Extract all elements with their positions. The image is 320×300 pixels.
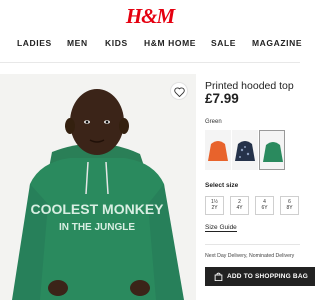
size-unit: 6Y: [261, 204, 268, 211]
size-option[interactable]: 6 8Y: [280, 196, 299, 215]
header-divider: [0, 62, 300, 63]
add-to-bag-button[interactable]: ADD TO SHOPPING BAG: [205, 267, 315, 286]
add-to-bag-label: ADD TO SHOPPING BAG: [227, 273, 308, 280]
size-guide-link[interactable]: Size Guide: [205, 224, 237, 232]
wishlist-button[interactable]: [170, 82, 188, 100]
swatch-orange[interactable]: [205, 130, 231, 170]
size-label: Select size: [205, 182, 239, 189]
size-unit: 4Y: [236, 204, 243, 211]
product-image[interactable]: COOLEST MONKEY IN THE JUNGLE: [0, 74, 196, 300]
product-price: £7.99: [205, 91, 239, 106]
hoodie-print-line2: IN THE JUNGLE: [59, 222, 135, 233]
size-option[interactable]: 4 6Y: [255, 196, 274, 215]
swatch-green[interactable]: [259, 130, 285, 170]
nav-hm-home[interactable]: H&M HOME: [144, 38, 196, 48]
color-label: Green: [205, 119, 222, 125]
hoodie-thumbnail-icon: [263, 142, 283, 162]
hoodie-print-line1: COOLEST MONKEY: [30, 201, 164, 217]
nav-men[interactable]: MEN: [67, 38, 88, 48]
nav-magazine[interactable]: MAGAZINE: [252, 38, 302, 48]
hoodie-thumbnail-icon: [208, 141, 228, 161]
nav-kids[interactable]: KIDS: [105, 38, 128, 48]
nav-sale[interactable]: SALE: [211, 38, 236, 48]
size-option[interactable]: 2 4Y: [230, 196, 249, 215]
nav-ladies[interactable]: LADIES: [17, 38, 52, 48]
brand-logo[interactable]: H&M: [0, 4, 300, 29]
size-unit: 2Y: [211, 204, 218, 211]
heart-icon: [174, 87, 185, 97]
bag-icon: [214, 272, 223, 281]
size-option[interactable]: 1½ 2Y: [205, 196, 224, 215]
size-unit: 8Y: [286, 204, 293, 211]
delivery-info: Next Day Delivery, Nominated Delivery: [205, 253, 295, 259]
hoodie-thumbnail-icon: [235, 141, 255, 161]
main-nav: LADIES MEN KIDS H&M HOME SALE MAGAZINE: [0, 38, 302, 52]
swatch-navy[interactable]: [232, 130, 258, 170]
section-divider: [205, 244, 300, 245]
